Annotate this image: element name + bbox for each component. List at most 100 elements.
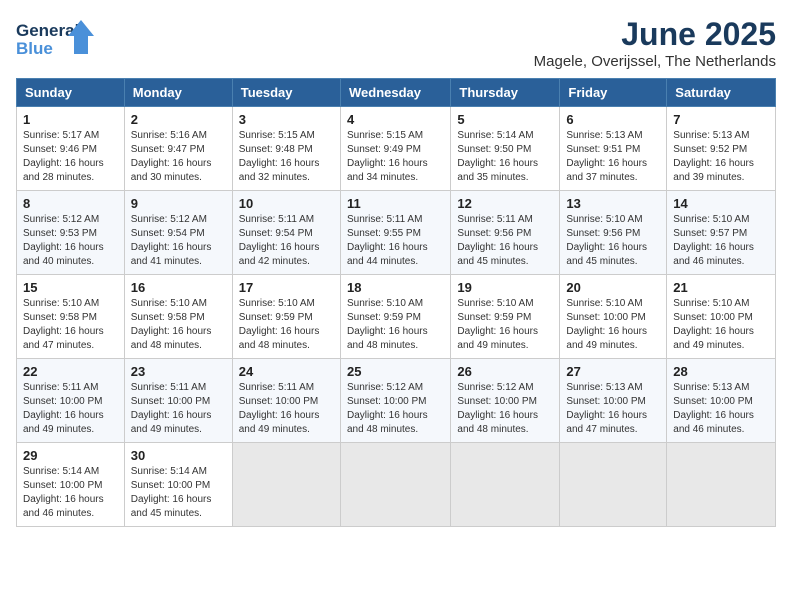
day-info: Sunrise: 5:10 AM Sunset: 9:59 PM Dayligh…	[347, 297, 444, 353]
weekday-header: Monday	[124, 79, 232, 107]
day-number: 14	[673, 196, 769, 211]
day-info: Sunrise: 5:10 AM Sunset: 9:59 PM Dayligh…	[457, 297, 553, 353]
day-number: 9	[131, 196, 226, 211]
day-info: Sunrise: 5:10 AM Sunset: 9:56 PM Dayligh…	[566, 213, 660, 269]
day-number: 19	[457, 280, 553, 295]
day-info: Sunrise: 5:11 AM Sunset: 9:55 PM Dayligh…	[347, 213, 444, 269]
day-info: Sunrise: 5:15 AM Sunset: 9:48 PM Dayligh…	[239, 129, 334, 185]
day-number: 6	[566, 112, 660, 127]
calendar-day-cell	[232, 443, 340, 527]
calendar-day-cell: 16 Sunrise: 5:10 AM Sunset: 9:58 PM Dayli…	[124, 275, 232, 359]
day-number: 7	[673, 112, 769, 127]
weekday-header: Wednesday	[340, 79, 450, 107]
day-number: 29	[23, 448, 118, 463]
logo-svg: GeneralBlue	[16, 16, 96, 60]
calendar-day-cell: 5Sunrise: 5:14 AM Sunset: 9:50 PM Daylig…	[451, 107, 560, 191]
day-info: Sunrise: 5:12 AM Sunset: 9:53 PM Dayligh…	[23, 213, 118, 269]
day-number: 11	[347, 196, 444, 211]
day-info: Sunrise: 5:14 AM Sunset: 10:00 PM Daylig…	[23, 465, 118, 521]
page-header: GeneralBlue June 2025 Magele, Overijssel…	[16, 16, 776, 70]
calendar-day-cell: 17Sunrise: 5:10 AM Sunset: 9:59 PM Dayli…	[232, 275, 340, 359]
calendar-day-cell: 21 Sunrise: 5:10 AM Sunset: 10:00 PM Dayl…	[667, 275, 776, 359]
day-info: Sunrise: 5:11 AM Sunset: 9:56 PM Dayligh…	[457, 213, 553, 269]
calendar-day-cell: 23Sunrise: 5:11 AM Sunset: 10:00 PM Dayl…	[124, 359, 232, 443]
day-info: Sunrise: 5:14 AM Sunset: 9:50 PM Dayligh…	[457, 129, 553, 185]
day-number: 27	[566, 364, 660, 379]
day-number: 21	[673, 280, 769, 295]
calendar-day-cell	[667, 443, 776, 527]
day-info: Sunrise: 5:14 AM Sunset: 10:00 PM Daylig…	[131, 465, 226, 521]
calendar-day-cell: 26 Sunrise: 5:12 AM Sunset: 10:00 PM Dayl…	[451, 359, 560, 443]
calendar-day-cell: 8Sunrise: 5:12 AM Sunset: 9:53 PM Daylig…	[17, 191, 125, 275]
svg-text:Blue: Blue	[16, 39, 53, 58]
day-number: 18	[347, 280, 444, 295]
day-info: Sunrise: 5:11 AM Sunset: 10:00 PM Daylig…	[23, 381, 118, 437]
day-info: Sunrise: 5:10 AM Sunset: 10:00 PM Daylig…	[566, 297, 660, 353]
month-title: June 2025	[534, 16, 776, 53]
location: Magele, Overijssel, The Netherlands	[534, 53, 776, 70]
calendar-day-cell: 11 Sunrise: 5:11 AM Sunset: 9:55 PM Dayli…	[340, 191, 450, 275]
day-info: Sunrise: 5:13 AM Sunset: 9:52 PM Dayligh…	[673, 129, 769, 185]
calendar-day-cell: 9 Sunrise: 5:12 AM Sunset: 9:54 PM Daylig…	[124, 191, 232, 275]
calendar-week-row: 1 Sunrise: 5:17 AM Sunset: 9:46 PM Daylig…	[17, 107, 776, 191]
calendar-week-row: 8Sunrise: 5:12 AM Sunset: 9:53 PM Daylig…	[17, 191, 776, 275]
day-info: Sunrise: 5:15 AM Sunset: 9:49 PM Dayligh…	[347, 129, 444, 185]
calendar-week-row: 29 Sunrise: 5:14 AM Sunset: 10:00 PM Dayl…	[17, 443, 776, 527]
calendar-day-cell: 15Sunrise: 5:10 AM Sunset: 9:58 PM Dayli…	[17, 275, 125, 359]
calendar-day-cell: 13 Sunrise: 5:10 AM Sunset: 9:56 PM Dayli…	[560, 191, 667, 275]
calendar-header-row: SundayMondayTuesdayWednesdayThursdayFrid…	[17, 79, 776, 107]
calendar-day-cell: 30 Sunrise: 5:14 AM Sunset: 10:00 PM Dayl…	[124, 443, 232, 527]
day-number: 24	[239, 364, 334, 379]
svg-text:General: General	[16, 21, 79, 40]
calendar-day-cell	[340, 443, 450, 527]
calendar-day-cell: 12 Sunrise: 5:11 AM Sunset: 9:56 PM Dayli…	[451, 191, 560, 275]
day-number: 2	[131, 112, 226, 127]
day-info: Sunrise: 5:13 AM Sunset: 10:00 PM Daylig…	[673, 381, 769, 437]
calendar-day-cell: 10 Sunrise: 5:11 AM Sunset: 9:54 PM Dayli…	[232, 191, 340, 275]
day-number: 12	[457, 196, 553, 211]
day-info: Sunrise: 5:11 AM Sunset: 10:00 PM Daylig…	[239, 381, 334, 437]
day-number: 16	[131, 280, 226, 295]
calendar-day-cell: 14 Sunrise: 5:10 AM Sunset: 9:57 PM Dayli…	[667, 191, 776, 275]
day-info: Sunrise: 5:12 AM Sunset: 9:54 PM Dayligh…	[131, 213, 226, 269]
calendar-week-row: 22 Sunrise: 5:11 AM Sunset: 10:00 PM Dayl…	[17, 359, 776, 443]
calendar-table: SundayMondayTuesdayWednesdayThursdayFrid…	[16, 78, 776, 527]
calendar-day-cell: 6Sunrise: 5:13 AM Sunset: 9:51 PM Daylig…	[560, 107, 667, 191]
calendar-week-row: 15Sunrise: 5:10 AM Sunset: 9:58 PM Dayli…	[17, 275, 776, 359]
calendar-day-cell: 25 Sunrise: 5:12 AM Sunset: 10:00 PM Dayl…	[340, 359, 450, 443]
calendar-day-cell: 28 Sunrise: 5:13 AM Sunset: 10:00 PM Dayl…	[667, 359, 776, 443]
calendar-day-cell: 19 Sunrise: 5:10 AM Sunset: 9:59 PM Dayli…	[451, 275, 560, 359]
calendar-day-cell: 1 Sunrise: 5:17 AM Sunset: 9:46 PM Daylig…	[17, 107, 125, 191]
day-number: 4	[347, 112, 444, 127]
day-number: 28	[673, 364, 769, 379]
day-number: 22	[23, 364, 118, 379]
weekday-header: Thursday	[451, 79, 560, 107]
day-info: Sunrise: 5:13 AM Sunset: 10:00 PM Daylig…	[566, 381, 660, 437]
day-number: 30	[131, 448, 226, 463]
day-info: Sunrise: 5:10 AM Sunset: 9:58 PM Dayligh…	[131, 297, 226, 353]
calendar-day-cell: 24 Sunrise: 5:11 AM Sunset: 10:00 PM Dayl…	[232, 359, 340, 443]
day-number: 10	[239, 196, 334, 211]
title-block: June 2025 Magele, Overijssel, The Nether…	[534, 16, 776, 70]
day-number: 23	[131, 364, 226, 379]
day-info: Sunrise: 5:10 AM Sunset: 9:58 PM Dayligh…	[23, 297, 118, 353]
day-number: 26	[457, 364, 553, 379]
calendar-day-cell	[560, 443, 667, 527]
calendar-day-cell: 22 Sunrise: 5:11 AM Sunset: 10:00 PM Dayl…	[17, 359, 125, 443]
day-info: Sunrise: 5:10 AM Sunset: 9:59 PM Dayligh…	[239, 297, 334, 353]
day-number: 1	[23, 112, 118, 127]
calendar-day-cell: 3Sunrise: 5:15 AM Sunset: 9:48 PM Daylig…	[232, 107, 340, 191]
day-info: Sunrise: 5:12 AM Sunset: 10:00 PM Daylig…	[347, 381, 444, 437]
weekday-header: Friday	[560, 79, 667, 107]
calendar-day-cell: 4 Sunrise: 5:15 AM Sunset: 9:49 PM Daylig…	[340, 107, 450, 191]
day-info: Sunrise: 5:10 AM Sunset: 10:00 PM Daylig…	[673, 297, 769, 353]
day-number: 13	[566, 196, 660, 211]
day-info: Sunrise: 5:11 AM Sunset: 9:54 PM Dayligh…	[239, 213, 334, 269]
day-info: Sunrise: 5:10 AM Sunset: 9:57 PM Dayligh…	[673, 213, 769, 269]
logo: GeneralBlue	[16, 16, 96, 60]
day-number: 25	[347, 364, 444, 379]
day-info: Sunrise: 5:17 AM Sunset: 9:46 PM Dayligh…	[23, 129, 118, 185]
calendar-day-cell: 20Sunrise: 5:10 AM Sunset: 10:00 PM Dayl…	[560, 275, 667, 359]
weekday-header: Sunday	[17, 79, 125, 107]
day-info: Sunrise: 5:12 AM Sunset: 10:00 PM Daylig…	[457, 381, 553, 437]
